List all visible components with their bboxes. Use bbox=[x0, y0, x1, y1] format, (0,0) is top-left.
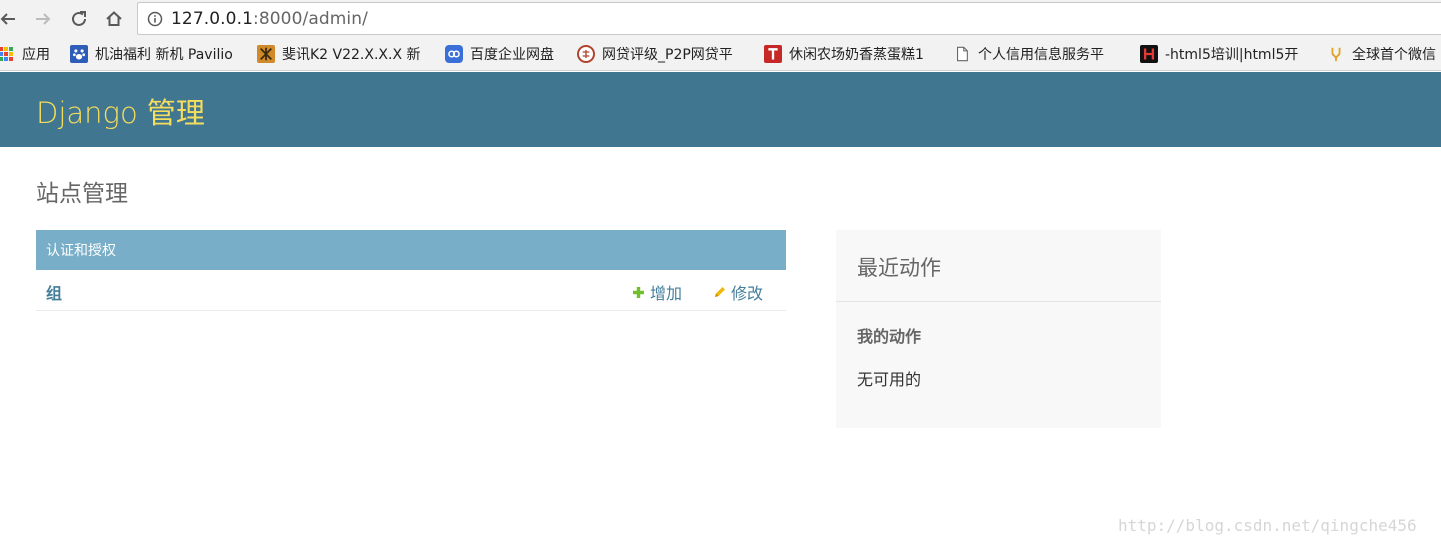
bookmark-item[interactable]: 休闲农场奶香蒸蛋糕1 bbox=[764, 43, 934, 65]
baidu-netdisk-icon bbox=[445, 45, 463, 63]
bookmark-item[interactable]: 斐讯K2 V22.X.X.X 新 bbox=[257, 43, 432, 65]
app-caption[interactable]: 认证和授权 bbox=[36, 230, 786, 270]
url-text: 127.0.0.1:8000/admin/ bbox=[171, 9, 368, 29]
model-link-groups[interactable]: 组 bbox=[46, 280, 62, 304]
site-branding[interactable]: Django 管理 bbox=[36, 90, 205, 132]
bookmark-label: -html5培训|html5开 bbox=[1165, 47, 1299, 63]
bookmark-label: 全球首个微信 bbox=[1352, 47, 1436, 63]
bookmark-item[interactable]: -html5培训|html5开 bbox=[1140, 43, 1312, 65]
url-path: :8000/admin/ bbox=[253, 8, 368, 29]
bookmark-label: 百度企业网盘 bbox=[470, 47, 554, 63]
bookmark-label: 休闲农场奶香蒸蛋糕1 bbox=[789, 47, 924, 63]
circle-logo-icon bbox=[577, 45, 595, 63]
bookmark-label: 个人信用信息服务平 bbox=[978, 47, 1104, 63]
bookmark-label: 网贷评级_P2P网贷平 bbox=[602, 47, 733, 63]
recent-actions-panel: 最近动作 我的动作 无可用的 bbox=[836, 230, 1161, 428]
browser-toolbar: 127.0.0.1:8000/admin/ bbox=[0, 0, 1441, 38]
add-button[interactable]: 增加 bbox=[632, 280, 682, 304]
change-button[interactable]: 修改 bbox=[713, 280, 763, 304]
bookmark-label: 应用 bbox=[22, 47, 50, 63]
bookmark-item[interactable]: 全球首个微信 bbox=[1327, 43, 1436, 65]
t-logo-icon bbox=[764, 45, 782, 63]
change-label: 修改 bbox=[731, 284, 764, 303]
apps-grid-icon bbox=[0, 45, 15, 63]
address-bar[interactable]: 127.0.0.1:8000/admin/ bbox=[137, 2, 1441, 35]
my-actions-heading: 我的动作 bbox=[857, 327, 922, 346]
bookmarks-bar: 应用 机油福利 新机 Pavilio 斐讯K2 V22.X.X.X 新 百度企业… bbox=[0, 38, 1441, 71]
watermark: http://blog.csdn.net/qingche456 bbox=[1118, 516, 1417, 535]
pencil-icon bbox=[715, 286, 725, 297]
table-row: 组 增加 修改 bbox=[36, 270, 786, 311]
url-host: 127.0.0.1 bbox=[171, 8, 254, 29]
k2-icon bbox=[257, 45, 275, 63]
add-label: 增加 bbox=[650, 284, 683, 303]
recent-actions-title: 最近动作 bbox=[836, 230, 1161, 302]
bookmark-label: 斐讯K2 V22.X.X.X 新 bbox=[282, 47, 421, 63]
site-header: Django 管理 bbox=[0, 72, 1441, 147]
fork-icon bbox=[1327, 45, 1345, 63]
bookmark-item[interactable]: 网贷评级_P2P网贷平 bbox=[577, 43, 747, 65]
bookmark-label: 机油福利 新机 Pavilio bbox=[95, 47, 233, 63]
page-icon bbox=[953, 45, 971, 63]
info-icon[interactable] bbox=[147, 11, 163, 27]
h-logo-icon bbox=[1140, 45, 1158, 63]
reload-icon[interactable] bbox=[66, 6, 92, 32]
none-available-text: 无可用的 bbox=[857, 370, 922, 389]
plus-icon bbox=[633, 286, 644, 298]
bookmark-item[interactable]: 百度企业网盘 bbox=[445, 43, 554, 65]
app-module-auth: 认证和授权 组 增加 修改 bbox=[36, 230, 786, 311]
bookmark-item[interactable]: 机油福利 新机 Pavilio bbox=[70, 43, 242, 65]
page-title: 站点管理 bbox=[36, 181, 128, 207]
back-arrow-icon[interactable] bbox=[0, 6, 21, 32]
forward-arrow-icon[interactable] bbox=[30, 6, 56, 32]
bookmark-apps[interactable]: 应用 bbox=[0, 43, 50, 65]
bookmark-item[interactable]: 个人信用信息服务平 bbox=[953, 43, 1123, 65]
home-icon[interactable] bbox=[101, 6, 127, 32]
baidu-paw-icon bbox=[70, 45, 88, 63]
